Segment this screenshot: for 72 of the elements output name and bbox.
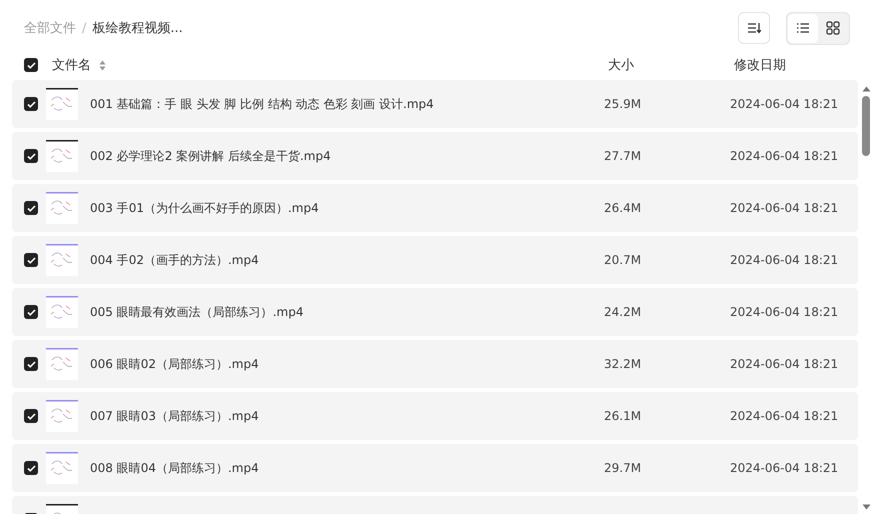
file-size: 32.2M: [604, 357, 642, 371]
file-row[interactable]: 001 基础篇：手 眼 头发 脚 比例 结构 动态 色彩 刻画 设计.mp4 25.9M 2024-06-04 18:21: [12, 80, 858, 128]
column-header: 修改日期: [734, 57, 787, 74]
row-checkbox[interactable]: [24, 97, 38, 111]
file-size: 26.1M: [604, 409, 642, 423]
modified-date: 2024-06-04 18:21: [730, 97, 840, 111]
modified-date: 2024-06-04 18:21: [730, 461, 840, 475]
checkmark-icon: [26, 464, 36, 472]
modified-date: 2024-06-04 18:21: [730, 409, 840, 423]
file-size: 20.7M: [604, 253, 642, 267]
checkmark-icon: [26, 62, 36, 68]
row-checkbox[interactable]: [24, 409, 38, 423]
list-icon: [796, 22, 810, 34]
video-thumbnail: [46, 348, 78, 380]
file-name: 005 眼睛最有效画法（局部练习）.mp4: [90, 304, 304, 320]
video-thumbnail: [46, 88, 78, 120]
sort-arrows-icon: [99, 60, 106, 70]
modified-date: 2024-06-04 18:21: [730, 305, 840, 319]
video-thumbnail: [46, 140, 78, 172]
select-all-checkbox[interactable]: [24, 58, 38, 72]
file-row[interactable]: 005 眼睛最有效画法（局部练习）.mp4 24.2M 2024-06-04 18:21: [12, 288, 858, 336]
file-row[interactable]: 002 必学理论2 案例讲解 后续全是干货.mp4 27.7M 2024-06-04 18:21: [12, 132, 858, 180]
checkmark-icon: [26, 204, 36, 212]
file-name: 003 手01（为什么画不好手的原因）.mp4: [90, 200, 319, 216]
modified-date: 2024-06-04 18:21: [730, 149, 840, 163]
scroll-up-icon[interactable]: [862, 86, 870, 92]
file-name: 008 眼睛04（局部练习）.mp4: [90, 460, 259, 476]
file-name: 004 手02（画手的方法）.mp4: [90, 252, 259, 268]
video-thumbnail: [46, 452, 78, 484]
modified-date: 2024-06-04 18:21: [730, 357, 840, 371]
modified-date: 2024-06-04 18:21: [730, 253, 840, 267]
row-checkbox[interactable]: [24, 305, 38, 319]
file-size: 29.7M: [604, 461, 642, 475]
checkmark-icon: [26, 412, 36, 420]
file-row[interactable]: 004 手02（画手的方法）.mp4 20.7M 2024-06-04 18:21: [12, 236, 858, 284]
file-size: 25.9M: [604, 97, 642, 111]
file-row[interactable]: 003 手01（为什么画不好手的原因）.mp4 26.4M 2024-06-04 18:21: [12, 184, 858, 232]
file-name: 002 必学理论2 案例讲解 后续全是干货.mp4: [90, 148, 331, 164]
row-checkbox[interactable]: [24, 149, 38, 163]
video-thumbnail: [46, 296, 78, 328]
row-checkbox[interactable]: [24, 357, 38, 371]
list-view-button[interactable]: [788, 14, 818, 42]
breadcrumb-item: 板绘教程视频...: [92, 20, 183, 37]
file-size: 27.7M: [604, 149, 642, 163]
file-row[interactable]: 008 眼睛04（局部练习）.mp4 29.7M 2024-06-04 18:21: [12, 444, 858, 492]
video-thumbnail: [46, 244, 78, 276]
scroll-down-icon[interactable]: [862, 504, 870, 510]
file-size: 26.4M: [604, 201, 642, 215]
file-name: 001 基础篇：手 眼 头发 脚 比例 结构 动态 色彩 刻画 设计.mp4: [90, 96, 434, 112]
video-thumbnail: [46, 192, 78, 224]
checkmark-icon: [26, 152, 36, 160]
file-row[interactable]: 007 眼睛03（局部练习）.mp4 26.1M 2024-06-04 18:21: [12, 392, 858, 440]
file-size: 24.2M: [604, 305, 642, 319]
file-row[interactable]: 006 眼睛02（局部练习）.mp4 32.2M 2024-06-04 18:21: [12, 340, 858, 388]
checkmark-icon: [26, 360, 36, 368]
file-name: 006 眼睛02（局部练习）.mp4: [90, 356, 259, 372]
file-name: 007 眼睛03（局部练习）.mp4: [90, 408, 259, 424]
checkmark-icon: [26, 100, 36, 108]
column-header[interactable]: 文件名: [52, 56, 91, 74]
column-header: 大小: [608, 57, 635, 74]
video-thumbnail: [46, 400, 78, 432]
row-checkbox[interactable]: [24, 461, 38, 475]
row-checkbox[interactable]: [24, 253, 38, 267]
breadcrumb-separator: /: [82, 20, 86, 36]
sort-icon: [747, 22, 761, 34]
checkmark-icon: [26, 308, 36, 316]
checkmark-icon: [26, 256, 36, 264]
modified-date: 2024-06-04 18:21: [730, 201, 840, 215]
row-checkbox[interactable]: [24, 201, 38, 215]
grid-icon: [826, 21, 840, 35]
sort-button[interactable]: [738, 12, 770, 44]
scrollbar-thumb[interactable]: [862, 96, 870, 156]
